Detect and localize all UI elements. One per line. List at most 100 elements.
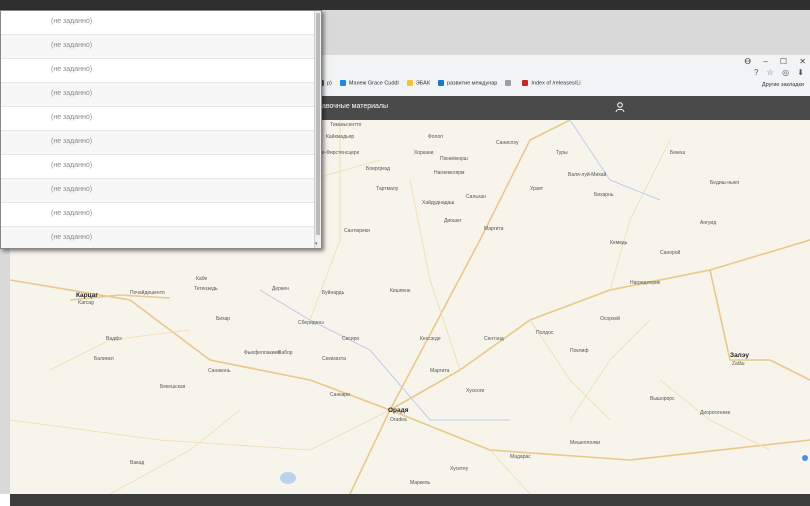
- other-bookmarks[interactable]: Другие закладки: [762, 82, 804, 88]
- bookmark-label: р): [327, 80, 332, 87]
- bookmark-favicon-icon: [438, 80, 445, 86]
- dropdown-option-label: (не заданно): [51, 18, 93, 25]
- dropdown-option-label: (не заданно): [51, 162, 93, 169]
- minimize-button[interactable]: –: [763, 57, 767, 66]
- bookmark-label: развитие междунар: [447, 80, 498, 87]
- map-place-label: Сальхан: [466, 194, 486, 200]
- map-place-label: Балинкл: [94, 356, 114, 362]
- map-place-label: Осорхей: [600, 316, 620, 322]
- map-place-label: Валя-луй-Михай: [568, 172, 607, 178]
- bookmark-item[interactable]: Манеж Grace Cuddl: [339, 80, 399, 87]
- dropdown-option[interactable]: (не заданно): [1, 11, 321, 35]
- extension-icon[interactable]: ◎: [782, 68, 789, 77]
- scroll-down-icon[interactable]: ▾: [315, 241, 318, 247]
- map-place-label: Вышорорс: [650, 396, 675, 402]
- popup-scrollbar-thumb[interactable]: [316, 13, 320, 235]
- map-place-label: Диоросенеке: [700, 410, 731, 416]
- dropdown-option[interactable]: (не заданно): [1, 107, 321, 131]
- maximize-button[interactable]: ☐: [780, 57, 787, 66]
- map-city-zalau: Залэу: [730, 352, 750, 359]
- dropdown-option[interactable]: (не заданно): [1, 227, 321, 248]
- map-place-label: Сисиро: [342, 336, 360, 342]
- map-place-label: Кабе: [196, 276, 208, 282]
- map-place-label: Нагиекюгярм: [434, 170, 465, 176]
- dropdown-option-label: (не заданно): [51, 90, 93, 97]
- map-place-label: Санкари: [330, 392, 350, 398]
- bottom-status-bar: [10, 494, 810, 506]
- bookmark-item[interactable]: Index of /releases/Li: [522, 80, 581, 87]
- map-place-label: Буйнардь: [322, 290, 345, 296]
- dropdown-option-label: (не заданно): [51, 114, 93, 121]
- app-title: авочные материалы: [322, 103, 389, 110]
- dropdown-option[interactable]: (не заданно): [1, 155, 321, 179]
- address-bar-icons: ? ☆ ◎ ⬇: [748, 68, 804, 77]
- map-place-label: Секизахта: [322, 356, 346, 362]
- map-place-label: Маргита: [430, 368, 450, 374]
- dropdown-option[interactable]: (не заданно): [1, 179, 321, 203]
- bookmark-item[interactable]: ЭБАК: [406, 80, 431, 87]
- dropdown-option-label: (не заданно): [51, 42, 93, 49]
- bookmark-favicon-icon: [406, 80, 413, 86]
- map-place-label: Тартмалу: [376, 186, 399, 192]
- map-place-label: Ангуид: [700, 220, 717, 226]
- map-place-label: Фьюфеллакиен: [244, 350, 281, 356]
- top-dark-strip: [0, 0, 810, 10]
- map-place-label: Боиргрезд: [366, 166, 391, 172]
- dropdown-option-label: (не заданно): [51, 66, 93, 73]
- dropdown-option-label: (не заданно): [51, 210, 93, 217]
- map-place-label: Урзит: [530, 186, 544, 192]
- map-place-label: Кемедь: [610, 240, 628, 246]
- map-place-label: Почайдешенто: [130, 290, 165, 296]
- window-controls: Ꝋ – ☐ ✕: [735, 57, 806, 66]
- map-place-label: Сбериденэ: [298, 320, 324, 326]
- bookmark-star-icon[interactable]: ☆: [767, 68, 774, 77]
- download-icon[interactable]: ⬇: [797, 68, 804, 77]
- map-place-label: Санислэу: [496, 140, 519, 146]
- popup-scrollbar[interactable]: ▾: [314, 11, 321, 248]
- account-icon[interactable]: Ꝋ: [745, 57, 751, 66]
- map-place-label: Бекеш: [670, 150, 686, 156]
- map-place-label: Кишпенк: [390, 288, 411, 294]
- map-place-label: Кессэгде: [420, 336, 441, 342]
- bookmark-label: Манеж Grace Cuddl: [348, 80, 399, 87]
- map-place-label: Хоркани: [414, 150, 434, 156]
- map-place-label: Бедиш-ныеп: [710, 180, 740, 186]
- help-icon[interactable]: ?: [754, 68, 758, 77]
- bookmark-item[interactable]: [505, 80, 514, 86]
- close-button[interactable]: ✕: [799, 57, 806, 66]
- map-place-label: Маргита: [484, 226, 504, 232]
- map-place-label: Нагредлорик: [630, 280, 661, 286]
- left-panel-edge: [0, 240, 10, 494]
- map-place-label: Фолоп: [428, 134, 443, 140]
- map-city-karcag: Карцаг: [76, 292, 99, 299]
- desktop-background: [320, 10, 810, 55]
- map-place-label: Бихарнь: [594, 192, 614, 198]
- map-place-label: Санорой: [660, 250, 681, 256]
- map-place-label: Деркен: [272, 286, 289, 292]
- dropdown-list-popup: (не заданно) (не заданно) (не заданно) (не …: [0, 10, 322, 249]
- map-place-label: Вабор: [278, 350, 293, 356]
- dropdown-option[interactable]: (не заданно): [1, 131, 321, 155]
- map-place-label: Сантюреки: [344, 228, 370, 234]
- user-icon[interactable]: [614, 101, 626, 113]
- map-place-label: Кайхмадьяр: [326, 134, 355, 140]
- map-place-label: Санаконь: [208, 368, 231, 374]
- bookmarks-bar: р) Манеж Grace Cuddl ЭБАК развитие междунар…: [318, 80, 808, 94]
- dropdown-option[interactable]: (не заданно): [1, 83, 321, 107]
- map-place-label: Тиканьсентто: [330, 122, 362, 128]
- bookmark-item[interactable]: развитие междунар: [438, 80, 497, 86]
- map-place-label: Мешеллолки: [570, 440, 601, 446]
- dropdown-option[interactable]: (не заданно): [1, 59, 321, 83]
- map-place-label: Бекешская: [160, 384, 186, 390]
- dropdown-option-label: (не заданно): [51, 138, 93, 145]
- dropdown-options: (не заданно) (не заданно) (не заданно) (не …: [1, 11, 321, 248]
- bookmark-label: ЭБАК: [415, 80, 431, 87]
- map-place-label: Хайдуднадаш: [422, 200, 455, 206]
- dropdown-option[interactable]: (не заданно): [1, 35, 321, 59]
- map-place-label: Тетензедь: [194, 286, 218, 292]
- bookmark-label: Index of /releases/Li: [531, 80, 581, 87]
- map-city-karcag-sub: Karcag: [78, 300, 94, 306]
- map-place-label: Хусетеу: [450, 466, 469, 472]
- map-place-label: Вадфэ: [106, 336, 122, 342]
- dropdown-option[interactable]: (не заданно): [1, 203, 321, 227]
